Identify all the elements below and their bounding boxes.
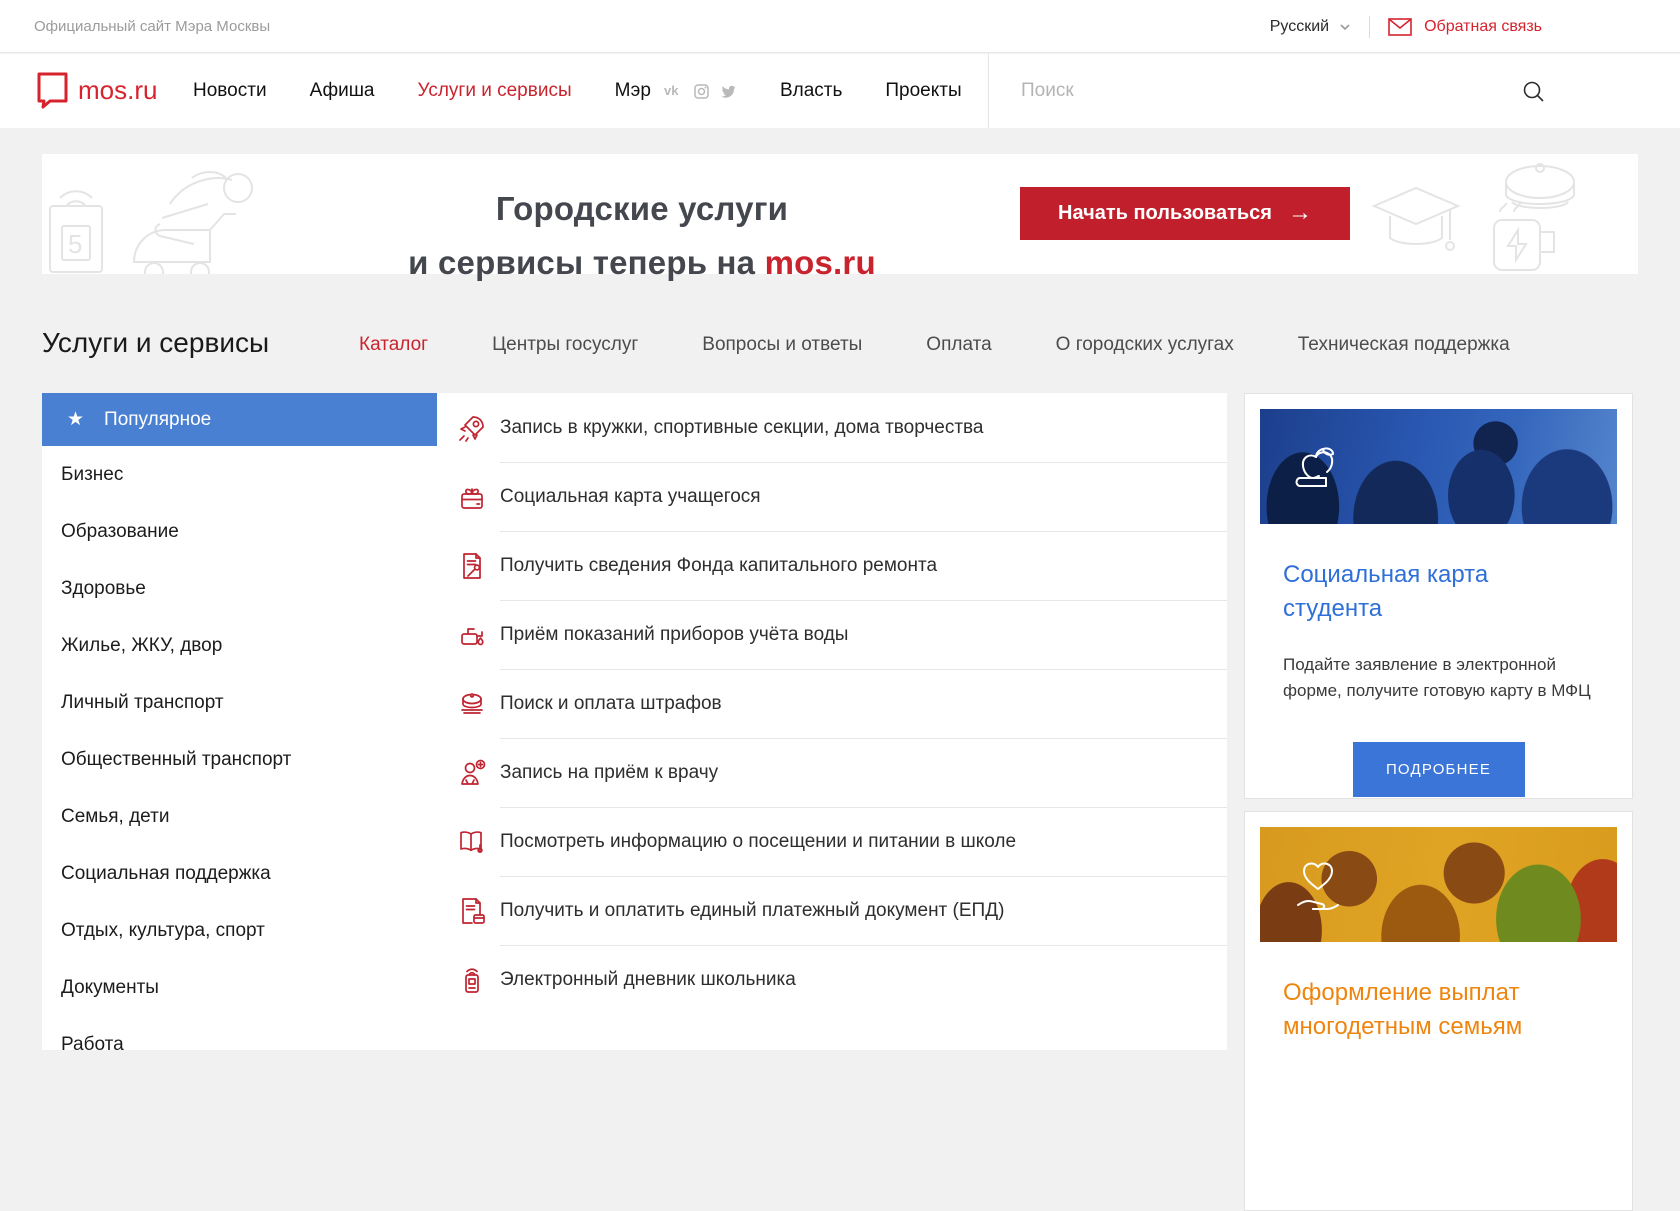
student-card-description: Подайте заявление в электронной форме, п… bbox=[1283, 652, 1594, 704]
nav-item-services[interactable]: Услуги и сервисы bbox=[418, 80, 572, 102]
sidebar-item-health[interactable]: Здоровье bbox=[42, 560, 412, 617]
banner-brand: mos.ru bbox=[765, 244, 876, 281]
start-using-button[interactable]: Начать пользоваться → bbox=[1020, 187, 1350, 240]
tab-questions[interactable]: Вопросы и ответы bbox=[702, 334, 862, 356]
tab-support[interactable]: Техническая поддержка bbox=[1298, 334, 1510, 356]
language-label: Русский bbox=[1270, 18, 1329, 36]
student-card-title[interactable]: Социальная карта студента bbox=[1283, 558, 1594, 626]
star-icon: ★ bbox=[67, 408, 84, 431]
kettle-icon bbox=[1494, 203, 1554, 270]
service-item-doctor[interactable]: Запись на приём к врачу bbox=[412, 738, 1227, 807]
police-cap-icon bbox=[455, 687, 489, 721]
svg-text:vk: vk bbox=[664, 85, 679, 97]
card-bow-icon bbox=[455, 480, 489, 514]
svg-text:5: 5 bbox=[68, 229, 82, 259]
heart-hand-icon bbox=[1286, 849, 1350, 921]
popular-services-list: Запись в кружки, спортивные секции, дома… bbox=[412, 393, 1227, 1050]
nav-item-projects[interactable]: Проекты bbox=[885, 80, 961, 102]
search-zone bbox=[988, 54, 1680, 128]
instagram-icon[interactable] bbox=[694, 84, 709, 99]
main-nav: mos.ru Новости Афиша Услуги и сервисы Мэ… bbox=[0, 54, 1680, 128]
stroller-icon bbox=[134, 214, 236, 274]
category-sidebar: ★ Популярное Бизнес Образование Здоровье… bbox=[42, 393, 412, 1050]
banner-title: Городские услуги и сервисы теперь на mos… bbox=[292, 182, 992, 290]
nav-item-government[interactable]: Власть bbox=[780, 80, 842, 102]
service-item-clubs[interactable]: Запись в кружки, спортивные секции, дома… bbox=[412, 393, 1227, 462]
nav-item-mayor[interactable]: Мэр bbox=[615, 80, 651, 102]
site-label: Официальный сайт Мэра Москвы bbox=[34, 18, 270, 35]
service-item-water-meters[interactable]: Приём показаний приборов учёта воды bbox=[412, 600, 1227, 669]
parking-sensor-icon: 5 bbox=[50, 191, 102, 272]
tab-catalog[interactable]: Каталог bbox=[359, 334, 428, 356]
open-book-icon bbox=[455, 825, 489, 859]
twitter-icon[interactable] bbox=[720, 84, 737, 98]
arrow-right-icon: → bbox=[1288, 201, 1312, 225]
sidebar-item-personal-transport[interactable]: Личный транспорт bbox=[42, 674, 412, 731]
nav-item-afisha[interactable]: Афиша bbox=[310, 80, 375, 102]
feedback-label: Обратная связь bbox=[1424, 18, 1542, 36]
sidebar-item-social-support[interactable]: Социальная поддержка bbox=[42, 845, 412, 902]
document-wrench-icon bbox=[455, 549, 489, 583]
promo-card-student[interactable]: Социальная карта студента Подайте заявле… bbox=[1244, 393, 1633, 799]
service-item-diary[interactable]: Электронный дневник школьника bbox=[412, 945, 1227, 1014]
epd-document-icon bbox=[455, 894, 489, 928]
sidebar-item-housing[interactable]: Жилье, ЖКУ, двор bbox=[42, 617, 412, 674]
nav-item-news[interactable]: Новости bbox=[193, 80, 267, 102]
search-icon[interactable] bbox=[1522, 80, 1545, 103]
sidebar-item-leisure[interactable]: Отдых, культура, спорт bbox=[42, 902, 412, 959]
topbar-divider bbox=[1369, 16, 1370, 38]
sidebar-item-business[interactable]: Бизнес bbox=[42, 446, 412, 503]
sidebar-item-public-transport[interactable]: Общественный транспорт bbox=[42, 731, 412, 788]
section-tabs: Каталог Центры госуслуг Вопросы и ответы… bbox=[359, 334, 1510, 356]
chevron-down-icon bbox=[1339, 21, 1351, 33]
feedback-link[interactable]: Обратная связь bbox=[1388, 18, 1542, 36]
sidebar-item-family[interactable]: Семья, дети bbox=[42, 788, 412, 845]
sidebar-item-work[interactable]: Работа bbox=[42, 1016, 412, 1073]
vk-icon[interactable]: vk bbox=[664, 85, 683, 97]
rocket-icon bbox=[455, 411, 489, 445]
horn-icon bbox=[156, 172, 253, 244]
service-item-epd[interactable]: Получить и оплатить единый платежный док… bbox=[412, 876, 1227, 945]
tab-service-centers[interactable]: Центры госуслуг bbox=[492, 334, 638, 356]
tab-payment[interactable]: Оплата bbox=[926, 334, 991, 356]
logo-text: mos.ru bbox=[78, 75, 157, 106]
promo-card-family[interactable]: Оформление выплат многодетным семьям bbox=[1244, 811, 1633, 1211]
details-button[interactable]: ПОДРОБНЕЕ bbox=[1353, 742, 1525, 797]
service-item-student-card[interactable]: Социальная карта учащегося bbox=[412, 462, 1227, 531]
mosru-logo[interactable]: mos.ru bbox=[36, 71, 157, 109]
service-item-repair-fund[interactable]: Получить сведения Фонда капитального рем… bbox=[412, 531, 1227, 600]
doctor-icon bbox=[455, 756, 489, 790]
service-item-fines[interactable]: Поиск и оплата штрафов bbox=[412, 669, 1227, 738]
student-card-image bbox=[1260, 409, 1617, 524]
apple-book-icon bbox=[1286, 435, 1350, 499]
family-card-image bbox=[1260, 827, 1617, 942]
promo-banner: 5 Городск bbox=[42, 154, 1638, 274]
sidebar-item-popular[interactable]: ★ Популярное bbox=[42, 393, 437, 446]
service-item-school-info[interactable]: Посмотреть информацию о посещении и пита… bbox=[412, 807, 1227, 876]
service-cap-icon bbox=[1506, 164, 1574, 208]
diary-signal-icon bbox=[455, 963, 489, 997]
tab-about-services[interactable]: О городских услугах bbox=[1056, 334, 1234, 356]
nav-menu: Новости Афиша Услуги и сервисы Мэр vk Вл… bbox=[193, 54, 962, 128]
speech-bubble-icon bbox=[36, 71, 69, 109]
search-input[interactable] bbox=[1021, 54, 1481, 128]
envelope-icon bbox=[1388, 18, 1412, 36]
top-bar: Официальный сайт Мэра Москвы Русский Обр… bbox=[0, 0, 1680, 53]
page-title: Услуги и сервисы bbox=[42, 327, 269, 359]
graduation-cap-icon bbox=[1374, 188, 1458, 250]
sidebar-item-documents[interactable]: Документы bbox=[42, 959, 412, 1016]
sidebar-item-education[interactable]: Образование bbox=[42, 503, 412, 560]
family-card-title[interactable]: Оформление выплат многодетным семьям bbox=[1283, 976, 1594, 1044]
faucet-icon bbox=[455, 618, 489, 652]
language-selector[interactable]: Русский bbox=[1270, 18, 1351, 36]
